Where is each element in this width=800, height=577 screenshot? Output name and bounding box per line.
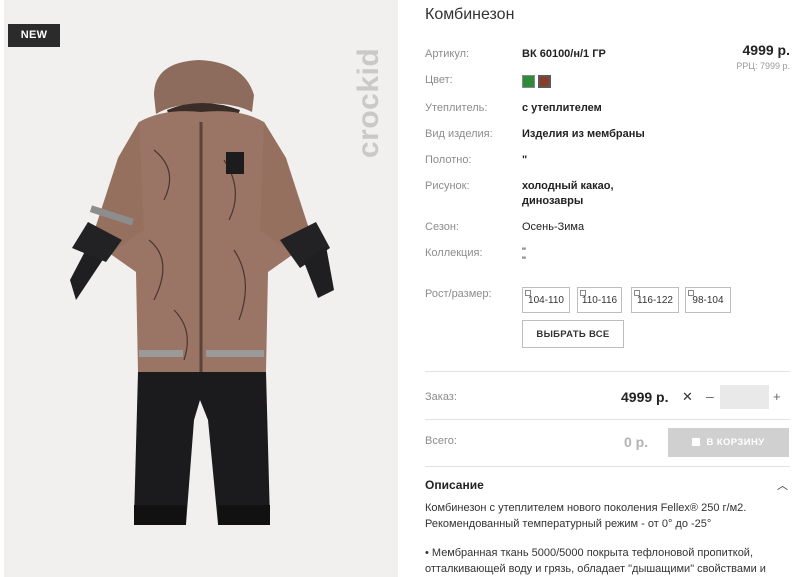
chevron-up-icon[interactable]: ︿: [777, 477, 788, 493]
divider: [425, 371, 790, 372]
description-line-1: Комбинезон с утеплителем нового поколени…: [425, 502, 747, 514]
divider: [425, 419, 790, 420]
spec-label-season: Сезон:: [425, 221, 459, 233]
size-option-110-116[interactable]: 110-116: [577, 287, 622, 313]
spec-label-fabric: Полотно:: [425, 154, 472, 166]
description-line-3: • Мембранная ткань 5000/5000 покрыта теф…: [425, 547, 754, 559]
spec-value-type: Изделия из мембраны: [522, 128, 645, 140]
divider: [425, 466, 790, 467]
quantity-increase-button[interactable]: +: [773, 389, 781, 404]
product-title: Комбинезон: [425, 6, 515, 23]
description-line-2: Рекомендованный температурный режим - от…: [425, 518, 712, 530]
quantity-decrease-button[interactable]: –: [706, 388, 714, 404]
size-option-104-110[interactable]: 104-110: [522, 287, 570, 313]
spec-value-fabric: ": [522, 154, 528, 166]
spec-label-print: Рисунок:: [425, 180, 470, 192]
spec-value-article: ВК 60100/н/1 ГР: [522, 48, 606, 60]
sizes-label: Рост/размер:: [425, 288, 492, 300]
spec-label-collection: Коллекция:: [425, 247, 483, 259]
spec-value-insulation: с утеплителем: [522, 102, 602, 114]
product-photo[interactable]: NEW crockid: [4, 0, 398, 577]
color-swatch-green[interactable]: [522, 75, 535, 88]
checkbox-icon: [634, 290, 640, 296]
spec-value-print-line2: динозавры: [522, 195, 584, 207]
order-label: Заказ:: [425, 391, 457, 403]
spec-label-type: Вид изделия:: [425, 128, 493, 140]
checkbox-icon: [580, 290, 586, 296]
multiply-icon: ✕: [682, 389, 693, 404]
description-title[interactable]: Описание: [425, 478, 484, 492]
spec-label-article: Артикул:: [425, 48, 470, 60]
new-badge: NEW: [8, 24, 60, 47]
total-label: Всего:: [425, 435, 457, 447]
add-to-cart-button[interactable]: В КОРЗИНУ: [668, 428, 789, 457]
order-price: 4999 р.: [621, 389, 669, 405]
description-line-4: отталкивающей воду и грязь, обладает "ды…: [425, 563, 766, 575]
spec-label-color: Цвет:: [425, 74, 453, 86]
size-option-116-122[interactable]: 116-122: [631, 287, 679, 313]
quantity-input[interactable]: [720, 385, 769, 409]
color-swatch-brown[interactable]: [538, 75, 551, 88]
cart-icon: [692, 438, 701, 446]
checkbox-icon: [525, 290, 531, 296]
total-value: 0 р.: [624, 434, 649, 450]
spec-value-print-line1: холодный какао,: [522, 180, 614, 192]
brand-logo: crockid: [352, 47, 385, 158]
product-price: 4999 р.: [742, 42, 790, 58]
size-option-98-104[interactable]: 98-104: [685, 287, 731, 313]
checkbox-icon: [688, 290, 694, 296]
spec-value-season: Осень-Зима: [522, 221, 585, 233]
recommended-price: РРЦ: 7999 р.: [736, 61, 790, 71]
select-all-sizes-button[interactable]: ВЫБРАТЬ ВСЕ: [522, 320, 624, 348]
spec-label-insulation: Утеплитель:: [425, 102, 488, 114]
spec-value-collection-line2: ": [522, 255, 526, 267]
